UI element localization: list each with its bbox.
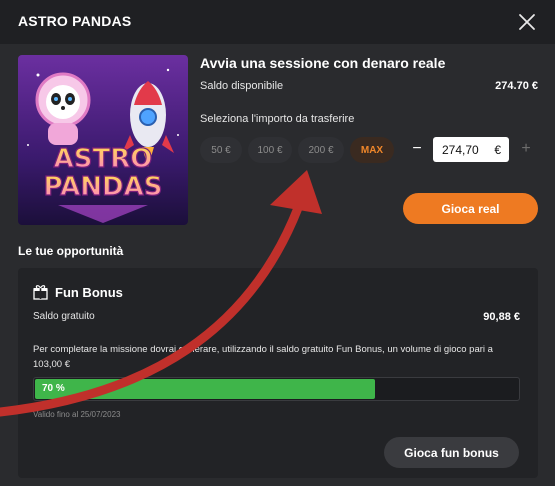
amount-currency: € xyxy=(494,143,501,157)
saldo-value: 274.70 € xyxy=(495,80,538,92)
session-modal: ASTRO PANDAS ASTRO PANDAS Avvia una sess… xyxy=(0,0,555,486)
modal-header: ASTRO PANDAS xyxy=(0,0,555,44)
decrease-button[interactable]: − xyxy=(406,138,428,160)
free-balance-label: Saldo gratuito xyxy=(33,311,95,322)
mission-text: Per completare la missione dovrai genera… xyxy=(33,344,493,370)
play-real-button[interactable]: Gioca real xyxy=(403,193,538,224)
thumbnail-title-line2: PANDAS xyxy=(44,172,163,202)
amount-chip-100[interactable]: 100 € xyxy=(248,137,292,163)
progress-bar: 70 % xyxy=(33,377,520,401)
close-icon[interactable] xyxy=(517,12,537,32)
amount-value: 274,70 xyxy=(442,142,479,157)
session-title: Avvia una sessione con denaro reale xyxy=(200,55,446,71)
saldo-label: Saldo disponibile xyxy=(200,80,284,92)
gift-icon xyxy=(33,285,48,300)
valid-until: Valido fino al 25/07/2023 xyxy=(33,410,121,419)
modal-title: ASTRO PANDAS xyxy=(18,13,132,29)
progress-fill xyxy=(35,379,375,399)
progress-label: 70 % xyxy=(42,383,65,394)
select-amount-label: Seleziona l'importo da trasferire xyxy=(200,113,355,125)
thumbnail-title-line1: ASTRO xyxy=(54,144,153,174)
game-thumbnail: ASTRO PANDAS xyxy=(18,55,188,225)
amount-input[interactable]: 274,70 € xyxy=(433,137,509,162)
play-fun-bonus-button[interactable]: Gioca fun bonus xyxy=(384,437,519,468)
amount-chip-max[interactable]: MAX xyxy=(350,137,394,163)
free-balance-value: 90,88 € xyxy=(483,311,520,323)
opportunities-title: Le tue opportunità xyxy=(18,244,124,258)
bonus-name: Fun Bonus xyxy=(55,285,123,300)
amount-chip-50[interactable]: 50 € xyxy=(200,137,242,163)
increase-button[interactable]: + xyxy=(516,138,536,160)
amount-chip-200[interactable]: 200 € xyxy=(298,137,344,163)
